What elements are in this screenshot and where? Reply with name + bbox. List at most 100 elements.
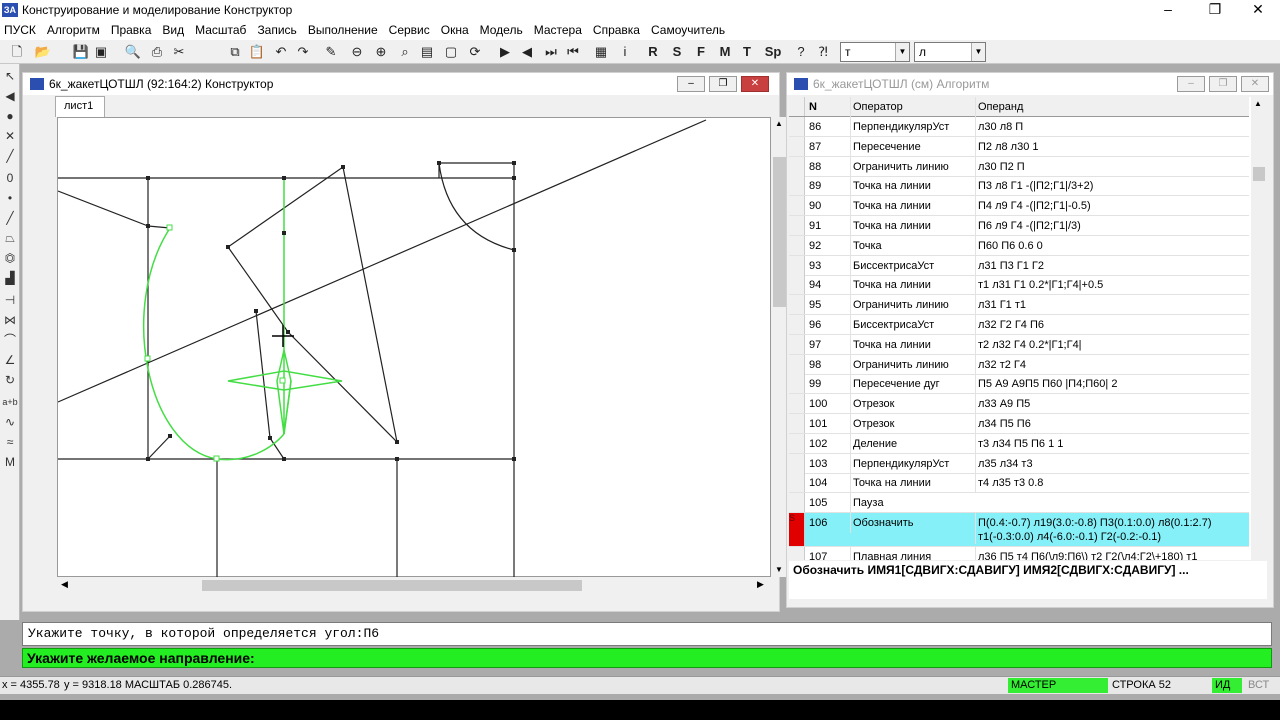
zoom-fit-icon[interactable]: ⌕ (396, 43, 414, 61)
menu-help[interactable]: Справка (593, 23, 640, 37)
menu-model[interactable]: Модель (480, 23, 523, 37)
cut-icon[interactable]: ✂ (170, 43, 188, 61)
table-row[interactable]: 92 Точка П60 П6 0.6 0 (789, 235, 1249, 256)
table-row[interactable]: 95 Ограничить линию л31 Г1 т1 (789, 295, 1249, 316)
letter-t-button[interactable]: T (738, 43, 756, 61)
horizontal-scrollbar[interactable]: ◀ ▶ (57, 577, 771, 594)
cross-icon[interactable]: ⋈ (2, 312, 18, 328)
menu-algorithm[interactable]: Алгоритм (47, 23, 100, 37)
close-button[interactable]: ✕ (741, 76, 769, 92)
table-row[interactable]: 107 Плавная линия л36 П5 т4 П6(\л9;П6\) … (789, 547, 1249, 560)
layers-icon[interactable]: ▦ (592, 43, 610, 61)
command-input[interactable]: Укажите желаемое направление: (22, 648, 1272, 668)
restore-button[interactable]: ❐ (1195, 0, 1235, 20)
menu-view[interactable]: Вид (162, 23, 184, 37)
table-row[interactable]: 103 ПерпендикулярУст л35 л34 т3 (789, 453, 1249, 474)
restore-button[interactable]: ❐ (1209, 76, 1237, 92)
diagonal-line-icon[interactable]: ╱ (2, 210, 18, 226)
chevron-up-icon[interactable]: ▲ (1254, 99, 1262, 108)
table-row[interactable]: 99 Пересечение дуг П5 А9 А9П5 П60 |П4;П60|… (789, 374, 1249, 395)
zoom-page-icon[interactable]: ▤ (418, 43, 436, 61)
table-row[interactable]: 94 Точка на линии т1 л31 Г1 0.2*|Г1;Г4|+0.… (789, 275, 1249, 296)
minimize-button[interactable]: – (1177, 76, 1205, 92)
menu-wizards[interactable]: Мастера (534, 23, 582, 37)
table-row-selected[interactable]: S 106 Обозначить П(0.4:-0.7) л19(3.0:-0.… (789, 513, 1249, 547)
zoom-out-icon[interactable]: ⊖ (348, 43, 366, 61)
column-n[interactable]: N (807, 97, 849, 117)
save-icon[interactable]: 💾 (72, 43, 90, 61)
letter-s-button[interactable]: S (668, 43, 686, 61)
circle-icon[interactable]: ● (2, 108, 18, 124)
menu-start[interactable]: ПУСК (4, 23, 36, 37)
scroll-thumb[interactable] (773, 157, 787, 307)
polygon-icon[interactable]: ⏢ (2, 230, 18, 246)
wave-icon[interactable]: ∿ (2, 414, 18, 430)
scroll-thumb[interactable] (202, 580, 582, 591)
copy-icon[interactable]: ⧉ (226, 43, 244, 61)
bisector-icon[interactable]: ⊣ (2, 292, 18, 308)
table-row[interactable]: 89 Точка на линии П3 л8 Г1 -(|П2;Г1|/3+2) (789, 176, 1249, 197)
arc-tool-icon[interactable]: ⌒ (2, 332, 18, 348)
minimize-button[interactable]: – (677, 76, 705, 92)
open-folder-icon[interactable]: 📂 (34, 43, 52, 61)
pencil-icon[interactable]: ✎ (322, 43, 340, 61)
restore-button[interactable]: ❐ (709, 76, 737, 92)
context-help-icon[interactable]: ⁈ (814, 43, 832, 61)
close-button[interactable]: ✕ (1238, 0, 1278, 20)
new-file-icon[interactable]: 🗋 (8, 43, 26, 61)
print-preview-icon[interactable]: 🔍 (124, 43, 142, 61)
letter-f-button[interactable]: F (692, 43, 710, 61)
column-operator[interactable]: Оператор (850, 97, 974, 117)
point-type-select[interactable]: т ▼ (840, 42, 910, 62)
tab-sheet1[interactable]: лист1 (55, 96, 105, 117)
help-icon[interactable]: ? (792, 43, 810, 61)
print-icon[interactable]: ⎙ (148, 43, 166, 61)
letter-m-button[interactable]: M (716, 43, 734, 61)
rotate-icon[interactable]: ↻ (2, 372, 18, 388)
chevron-up-icon[interactable]: ▲ (775, 119, 783, 128)
a-plus-b-icon[interactable]: a+b (2, 394, 18, 410)
menu-record[interactable]: Запись (257, 23, 296, 37)
zoom-window-icon[interactable]: ▢ (442, 43, 460, 61)
drawing-canvas[interactable] (57, 117, 771, 578)
letter-r-button[interactable]: R (644, 43, 662, 61)
column-operand[interactable]: Операнд (975, 97, 1250, 117)
menu-execute[interactable]: Выполнение (308, 23, 378, 37)
table-row[interactable]: 101 Отрезок л34 П5 П6 (789, 414, 1249, 434)
table-row[interactable]: 102 Деление т3 л34 П5 П6 1 1 (789, 433, 1249, 454)
table-row[interactable]: 104 Точка на линии т4 л35 т3 0.8 (789, 473, 1249, 494)
curve-icon[interactable]: ≈ (2, 434, 18, 450)
m-icon[interactable]: M (2, 454, 18, 470)
menu-tutorial[interactable]: Самоучитель (651, 23, 725, 37)
chevron-down-icon[interactable]: ▼ (775, 565, 783, 574)
table-row[interactable]: 91 Точка на линии П6 л9 Г4 -(|П2;Г1|/3) (789, 216, 1249, 236)
zoom-in-icon[interactable]: ⊕ (372, 43, 390, 61)
step-forward-icon[interactable]: ⏭ (542, 43, 560, 61)
chevron-right-icon[interactable]: ▶ (757, 579, 764, 590)
table-row[interactable]: 97 Точка на линии т2 л32 Г4 0.2*|Г1;Г4| (789, 334, 1249, 355)
table-row[interactable]: 88 Ограничить линию л30 П2 П (789, 156, 1249, 177)
select-arrow-icon[interactable]: ↖ (2, 68, 18, 84)
line-icon[interactable]: ╱ (2, 148, 18, 164)
table-row[interactable]: 87 Пересечение П2 л8 л30 1 (789, 136, 1249, 157)
table-row[interactable]: 100 Отрезок л33 А9 П5 (789, 394, 1249, 415)
trapezoid-icon[interactable]: ⏣ (2, 250, 18, 266)
paste-icon[interactable]: 📋 (248, 43, 266, 61)
angle-icon[interactable]: ∠ (2, 352, 18, 368)
scroll-thumb[interactable] (1253, 167, 1265, 181)
undo-icon[interactable]: ↶ (272, 43, 290, 61)
point-icon[interactable]: • (2, 190, 18, 206)
table-row[interactable]: 98 Ограничить линию л32 т2 Г4 (789, 354, 1249, 375)
arrow-red-icon[interactable]: ◀ (2, 88, 18, 104)
menu-windows[interactable]: Окна (441, 23, 469, 37)
delete-x-icon[interactable]: ✕ (2, 128, 18, 144)
menu-scale[interactable]: Масштаб (195, 23, 246, 37)
chevron-left-icon[interactable]: ◀ (61, 579, 68, 590)
skip-back-icon[interactable]: ⏮ (564, 43, 582, 61)
step-back-icon[interactable]: ◀ (518, 43, 536, 61)
zoom-previous-icon[interactable]: ⟳ (466, 43, 484, 61)
table-row[interactable]: 105 Пауза (789, 493, 1249, 514)
table-row[interactable]: 86 ПерпендикулярУст л30 л8 П (789, 117, 1249, 137)
save-as-icon[interactable]: ▣ (92, 43, 110, 61)
play-icon[interactable]: ▶ (496, 43, 514, 61)
